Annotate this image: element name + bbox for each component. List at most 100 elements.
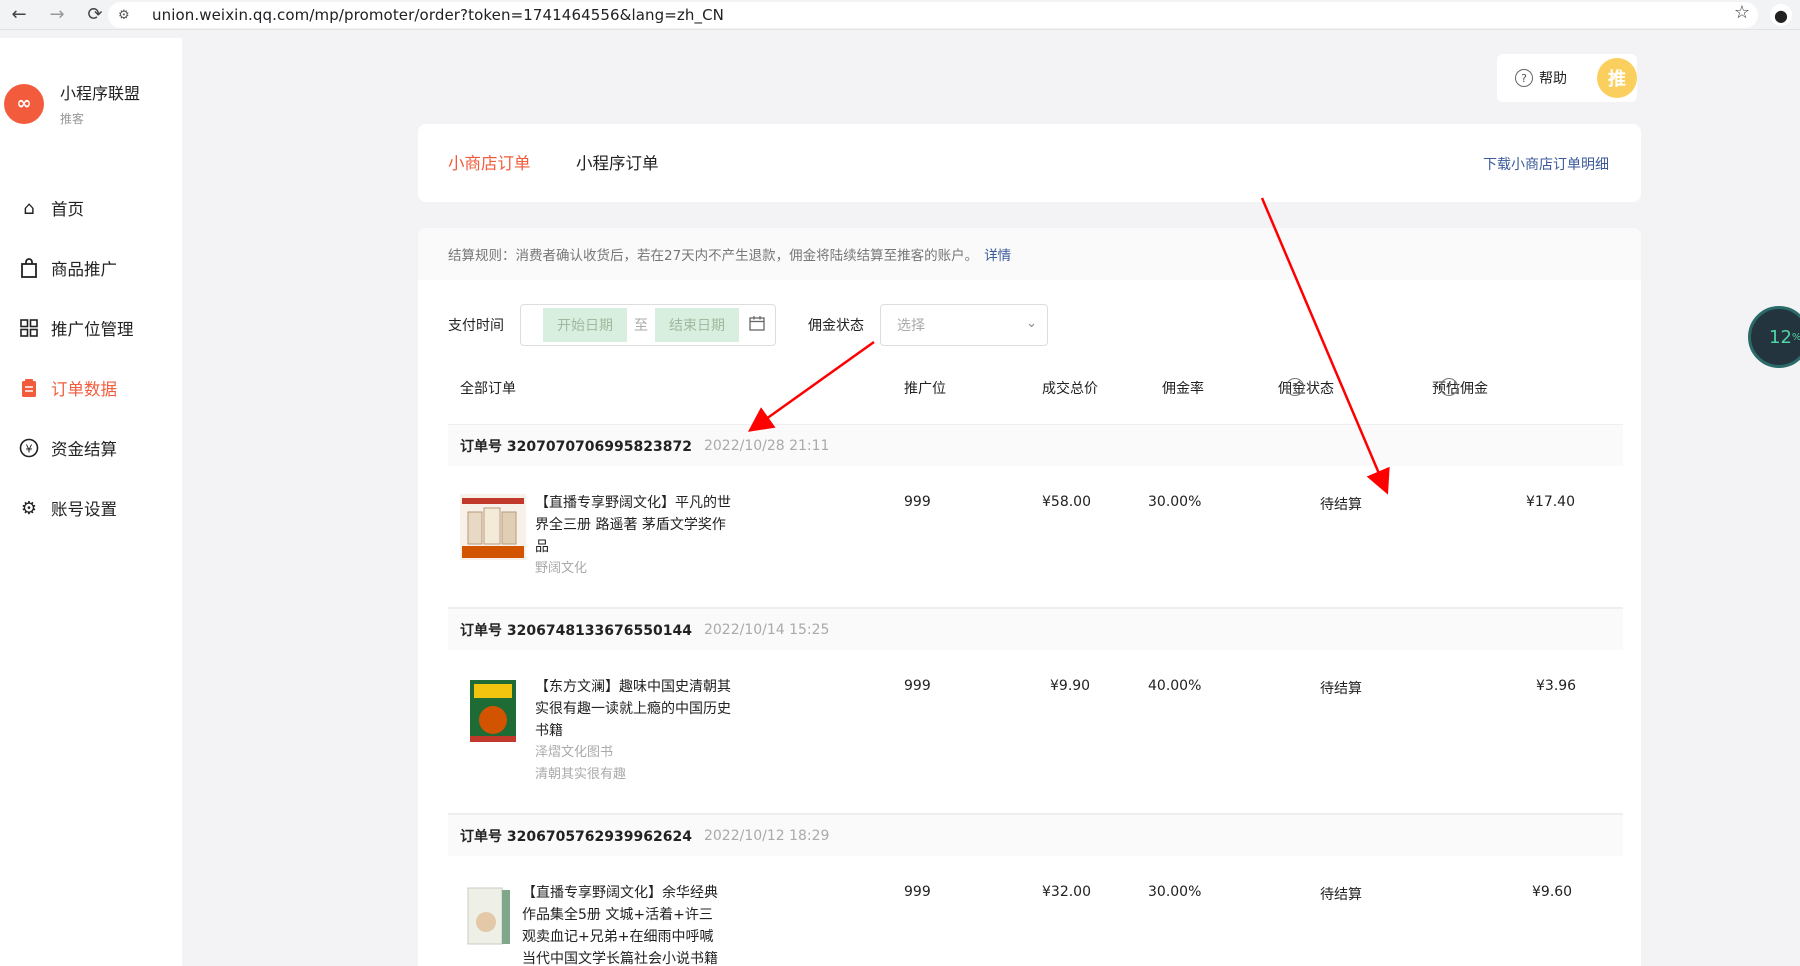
product-thumbnail [462, 884, 514, 950]
order-rate: 30.00% [1148, 884, 1202, 900]
order-group: 订单号 3207070706995823872 2022/10/28 21:11… [448, 424, 1623, 608]
order-number: 订单号 3206748133676550144 [460, 622, 692, 639]
order-group: 订单号 3206748133676550144 2022/10/14 15:25… [448, 608, 1623, 814]
product-info[interactable]: 【直播专享野阔文化】平凡的世界全三册 路遥著 茅盾文学奖作品 野阔文化 [535, 492, 731, 580]
col-status-wrap: 佣金状态 ? [1278, 378, 1334, 398]
site-settings-icon[interactable]: ⚙ [118, 8, 138, 23]
help-label: 帮助 [1539, 71, 1567, 87]
settlement-rule-bar: 结算规则：消费者确认收货后，若在27天内不产生退款，佣金将陆续结算至推客的账户。… [418, 228, 1641, 280]
order-rate: 30.00% [1148, 494, 1202, 510]
sidebar-item-label: 商品推广 [51, 260, 117, 279]
order-header: 订单号 3207070706995823872 2022/10/28 21:11 [448, 424, 1623, 466]
sidebar-item-order-data[interactable]: 订单数据 [0, 358, 182, 418]
mini-program-logo-icon: ∞ [4, 83, 44, 124]
order-tabs-card: 小商店订单 小程序订单 下载小商店订单明细 [418, 124, 1641, 202]
product-info[interactable]: 【直播专享野阔文化】余华经典作品集全5册 文城+活着+许三观卖血记+兄弟+在细雨… [522, 882, 722, 966]
date-separator: 至 [634, 318, 648, 334]
forward-arrow-icon[interactable]: → [38, 1, 76, 29]
sidebar-item-label: 首页 [51, 200, 84, 219]
order-group: 订单号 3206705762939962624 2022/10/12 18:29… [448, 814, 1623, 966]
sidebar-item-label: 推广位管理 [51, 320, 134, 339]
col-position: 推广位 [904, 381, 946, 397]
progress-value: 12 [1769, 326, 1792, 348]
yuan-coin-icon: ¥ [17, 436, 41, 460]
grid-icon [17, 316, 41, 340]
product-thumbnail [460, 678, 526, 744]
sidebar-item-account-settings[interactable]: ⚙ 账号设置 [0, 478, 182, 538]
sidebar-item-position-management[interactable]: 推广位管理 [0, 298, 182, 358]
col-rate: 佣金率 [1162, 381, 1204, 397]
orders-panel: 结算规则：消费者确认收货后，若在27天内不产生退款，佣金将陆续结算至推客的账户。… [418, 228, 1641, 966]
table-row: 【直播专享野阔文化】余华经典作品集全5册 文城+活着+许三观卖血记+兄弟+在细雨… [448, 856, 1623, 966]
brand-role: 推客 [60, 112, 85, 126]
sidebar-item-product-promotion[interactable]: 商品推广 [0, 238, 182, 298]
progress-unit: % [1792, 332, 1800, 343]
commission-status-select[interactable]: 选择 ⌄ [880, 304, 1048, 346]
avatar[interactable]: 推 [1597, 58, 1637, 98]
url-text[interactable]: union.weixin.qq.com/mp/promoter/order?to… [152, 6, 724, 24]
address-bar[interactable]: ⚙ union.weixin.qq.com/mp/promoter/order?… [108, 2, 1758, 28]
date-range-picker[interactable]: 开始日期 至 结束日期 [520, 304, 776, 346]
brand: ∞ 小程序联盟 推客 [4, 80, 140, 127]
profile-icon[interactable]: ● [1770, 4, 1792, 26]
sidebar-item-home[interactable]: ⌂ 首页 [0, 178, 182, 238]
gear-icon: ⚙ [20, 497, 38, 519]
download-shop-orders-link[interactable]: 下载小商店订单明细 [1483, 154, 1609, 174]
bookmark-star-icon[interactable]: ☆ [1734, 2, 1750, 23]
chevron-down-icon: ⌄ [1026, 316, 1037, 331]
status-help-icon[interactable]: ? [1286, 378, 1304, 396]
order-time: 2022/10/12 18:29 [703, 827, 830, 844]
order-rate: 40.00% [1148, 678, 1202, 694]
order-number: 订单号 3207070706995823872 [460, 438, 692, 455]
order-header: 订单号 3206705762939962624 2022/10/12 18:29 [448, 814, 1623, 856]
browser-toolbar: ← → ⟳ ⚙ union.weixin.qq.com/mp/promoter/… [0, 0, 1800, 30]
select-placeholder: 选择 [897, 318, 925, 334]
order-position: 999 [904, 884, 931, 900]
back-arrow-icon[interactable]: ← [0, 1, 38, 29]
sidebar-item-label: 订单数据 [51, 380, 117, 399]
table-header: 全部订单 推广位 成交总价 佣金率 佣金状态 ? 预估佣金 ? [460, 378, 1623, 418]
product-title[interactable]: 【直播专享野阔文化】余华经典作品集全5册 文城+活着+许三观卖血记+兄弟+在细雨… [522, 882, 722, 966]
order-total: ¥9.90 [1050, 678, 1091, 694]
col-total: 成交总价 [1042, 381, 1098, 397]
estimate-help-icon[interactable]: ? [1440, 378, 1458, 396]
order-total: ¥58.00 [1042, 494, 1091, 510]
order-status: 待结算 [1320, 887, 1362, 903]
order-estimate: ¥9.60 [1532, 884, 1573, 900]
start-date-input[interactable]: 开始日期 [543, 308, 627, 342]
product-title[interactable]: 【东方文澜】趣味中国史清朝其实很有趣一读就上瘾的中国历史书籍 [535, 676, 731, 742]
pay-time-label: 支付时间 [448, 318, 504, 334]
order-status: 待结算 [1320, 497, 1362, 513]
order-estimate: ¥3.96 [1536, 678, 1577, 694]
order-position: 999 [904, 494, 931, 510]
col-all-orders: 全部订单 [460, 381, 516, 397]
product-spec: 清朝其实很有趣 [535, 767, 627, 782]
order-total: ¥32.00 [1042, 884, 1091, 900]
svg-text:¥: ¥ [26, 443, 33, 456]
order-time: 2022/10/28 21:11 [703, 437, 830, 454]
sidebar-menu: ⌂ 首页 商品推广 推广位管理 订单数据 ¥ 资金结算 ⚙ 账号设置 [0, 178, 182, 538]
calendar-icon[interactable] [749, 315, 765, 335]
product-shop: 泽熠文化图书 [535, 745, 614, 760]
product-title[interactable]: 【直播专享野阔文化】平凡的世界全三册 路遥著 茅盾文学奖作品 [535, 492, 731, 558]
order-time: 2022/10/14 15:25 [703, 621, 830, 638]
tab-mini-program-orders[interactable]: 小程序订单 [576, 150, 659, 174]
clipboard-icon [17, 376, 41, 400]
order-position: 999 [904, 678, 931, 694]
rule-detail-link[interactable]: 详情 [984, 244, 1011, 264]
brand-name: 小程序联盟 [60, 84, 141, 103]
shopping-bag-icon [17, 256, 41, 280]
progress-widget[interactable]: 12% [1748, 306, 1800, 368]
order-status: 待结算 [1320, 681, 1362, 697]
help-question-icon: ? [1515, 69, 1533, 87]
table-row: 【东方文澜】趣味中国史清朝其实很有趣一读就上瘾的中国历史书籍 泽熠文化图书 清朝… [448, 650, 1623, 814]
sidebar-item-label: 资金结算 [51, 440, 117, 459]
end-date-input[interactable]: 结束日期 [655, 308, 739, 342]
commission-status-label: 佣金状态 [808, 318, 864, 334]
product-shop: 野阔文化 [535, 561, 588, 576]
product-info[interactable]: 【东方文澜】趣味中国史清朝其实很有趣一读就上瘾的中国历史书籍 泽熠文化图书 清朝… [535, 676, 731, 786]
tab-shop-orders[interactable]: 小商店订单 [448, 150, 531, 174]
order-header: 订单号 3206748133676550144 2022/10/14 15:25 [448, 608, 1623, 650]
sidebar-item-fund-settlement[interactable]: ¥ 资金结算 [0, 418, 182, 478]
order-estimate: ¥17.40 [1526, 494, 1575, 510]
